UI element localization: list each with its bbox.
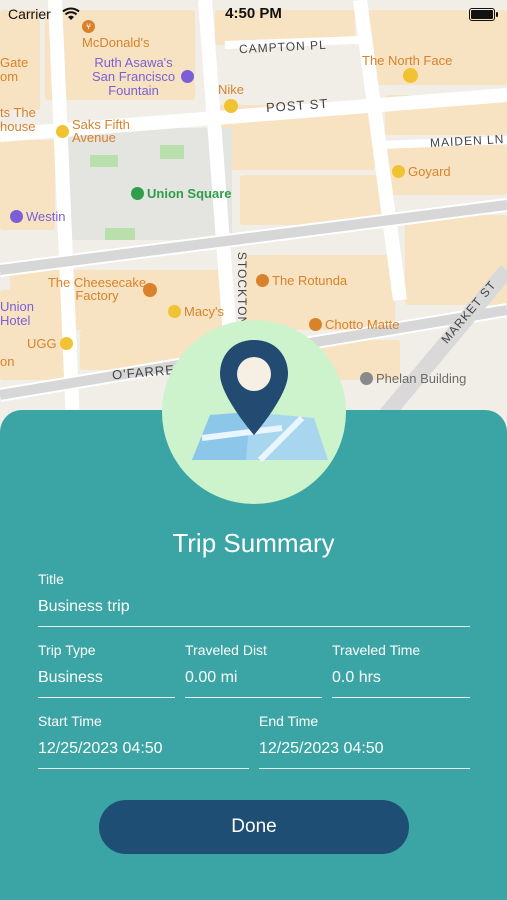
end-time-input[interactable]: 12/25/2023 04:50 [259, 740, 470, 769]
status-bar: Carrier 4:50 PM [0, 0, 507, 30]
landmark-icon [181, 70, 194, 83]
traveled-dist-field[interactable]: Traveled Dist 0.00 mi [185, 642, 322, 698]
shopping-bag-icon [224, 99, 238, 113]
map-poi-ruth-asawa-fountain[interactable]: Ruth Asawa's San Francisco Fountain [86, 56, 181, 98]
map-partial-label: om [0, 69, 19, 84]
map-poi-the-north-face[interactable]: The North Face [362, 53, 452, 68]
traveled-time-input[interactable]: 0.0 hrs [332, 669, 470, 698]
map-partial-label: Gate [0, 55, 29, 70]
end-time-label: End Time [259, 713, 319, 729]
battery-icon [469, 8, 498, 21]
shopping-bag-icon [168, 305, 181, 318]
park-icon [131, 187, 144, 200]
start-time-field[interactable]: Start Time 12/25/2023 04:50 [38, 713, 249, 769]
map-partial-label: house [0, 119, 36, 134]
poi-mcdonalds-label: McDonald's [82, 35, 150, 50]
map-poi-goyard[interactable]: Goyard [392, 164, 451, 179]
shopping-bag-icon [56, 124, 69, 138]
map-poi-saks-fifth-avenue[interactable]: Saks Fifth Avenue [56, 118, 142, 144]
title-input[interactable]: Business trip [38, 598, 470, 627]
traveled-time-field[interactable]: Traveled Time 0.0 hrs [332, 642, 470, 698]
building-icon [360, 372, 373, 385]
map-pin-badge [162, 320, 346, 504]
map-poi-union-square[interactable]: Union Square [131, 186, 232, 201]
shopping-bag-icon [403, 68, 418, 83]
trip-type-field[interactable]: Trip Type Business [38, 642, 175, 698]
sheet-title: Trip Summary [172, 528, 335, 558]
map-poi-nike[interactable]: Nike [218, 82, 244, 97]
map-poi-the-rotunda[interactable]: The Rotunda [256, 273, 347, 288]
start-time-label: Start Time [38, 713, 102, 729]
map-partial-label: ts The [0, 105, 36, 120]
title-field[interactable]: Title Business trip [38, 571, 470, 627]
map-location-icon [192, 340, 328, 463]
shopping-bag-icon [392, 165, 405, 178]
map-partial-label: on [0, 354, 15, 369]
bed-icon [10, 210, 23, 223]
trip-type-label: Trip Type [38, 642, 96, 658]
fork-knife-icon [143, 283, 157, 297]
map-poi-phelan-building[interactable]: Phelan Building [360, 371, 466, 386]
map-poi-union-hotel[interactable]: Union Hotel [0, 300, 40, 328]
street-label-stockton: STOCKTON [235, 251, 250, 327]
traveled-dist-label: Traveled Dist [185, 642, 267, 658]
start-time-input[interactable]: 12/25/2023 04:50 [38, 740, 249, 769]
map-poi-ugg[interactable]: UGG [27, 336, 73, 351]
done-button[interactable]: Done [99, 800, 409, 854]
fork-knife-icon [256, 274, 269, 287]
end-time-field[interactable]: End Time 12/25/2023 04:50 [259, 713, 470, 769]
map-poi-westin[interactable]: Westin [10, 209, 66, 224]
map-poi-macys[interactable]: Macy's [168, 304, 224, 319]
shopping-bag-icon [59, 337, 73, 350]
traveled-dist-input[interactable]: 0.00 mi [185, 669, 322, 698]
trip-type-input[interactable]: Business [38, 669, 175, 698]
title-label: Title [38, 571, 64, 587]
traveled-time-label: Traveled Time [332, 642, 421, 658]
clock: 4:50 PM [225, 5, 282, 22]
